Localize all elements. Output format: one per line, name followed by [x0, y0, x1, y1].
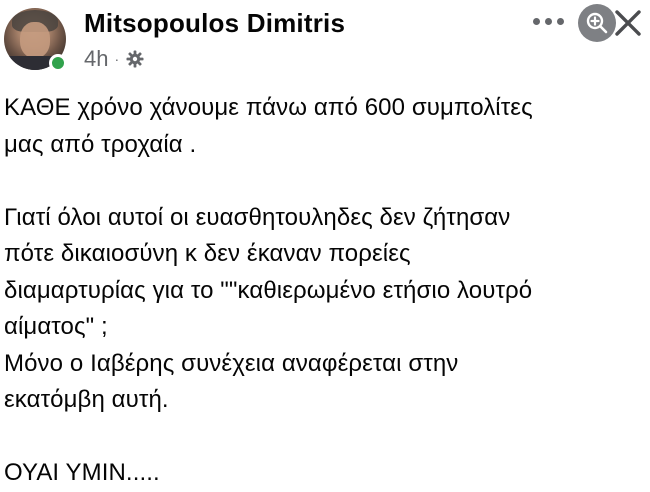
author-name[interactable]: Mitsopoulos Dimitris [84, 8, 345, 39]
post-text-line: μας από τροχαία . [4, 130, 197, 158]
more-horizontal-icon-dot [532, 17, 540, 25]
more-horizontal-icon-dot [544, 17, 552, 25]
close-button[interactable] [606, 2, 650, 44]
gear-icon[interactable] [125, 49, 145, 69]
post-text-line: Γιατί όλοι αυτοί οι ευασθητουληδες δεν ζ… [4, 203, 511, 231]
post-body: ΚΑΘΕ χρόνο χάνουμε πάνω από 600 συμπολίτ… [4, 90, 644, 492]
online-status-indicator [49, 54, 67, 72]
more-horizontal-icon-dot [556, 17, 564, 25]
meta-separator: · [114, 51, 120, 67]
post-text-line: διαμαρτυρίας για το ""καθιερωμένο ετήσιο… [4, 276, 533, 304]
avatar-face [20, 22, 50, 58]
more-options-button[interactable] [526, 6, 570, 36]
post-text-line: αίματος" ; [4, 313, 108, 340]
post-text-line: πότε δικαιοσύνη κ δεν έκαναν πορείες [4, 240, 411, 267]
post-timestamp[interactable]: 4h [84, 46, 108, 72]
close-icon [615, 10, 641, 36]
post-meta: 4h · [84, 46, 145, 72]
post-text-line: Μόνο ο Ιαβέρης συνέχεια αναφέρεται στην [4, 349, 459, 377]
post-header: Mitsopoulos Dimitris 4h · [0, 0, 650, 90]
post-text-line: ΟΥΑΙ ΥΜΙΝ..... [4, 459, 160, 486]
post-text-line: εκατόμβη αυτή. [4, 386, 169, 413]
post-text-line: ΚΑΘΕ χρόνο χάνουμε πάνω από 600 συμπολίτ… [4, 94, 533, 121]
